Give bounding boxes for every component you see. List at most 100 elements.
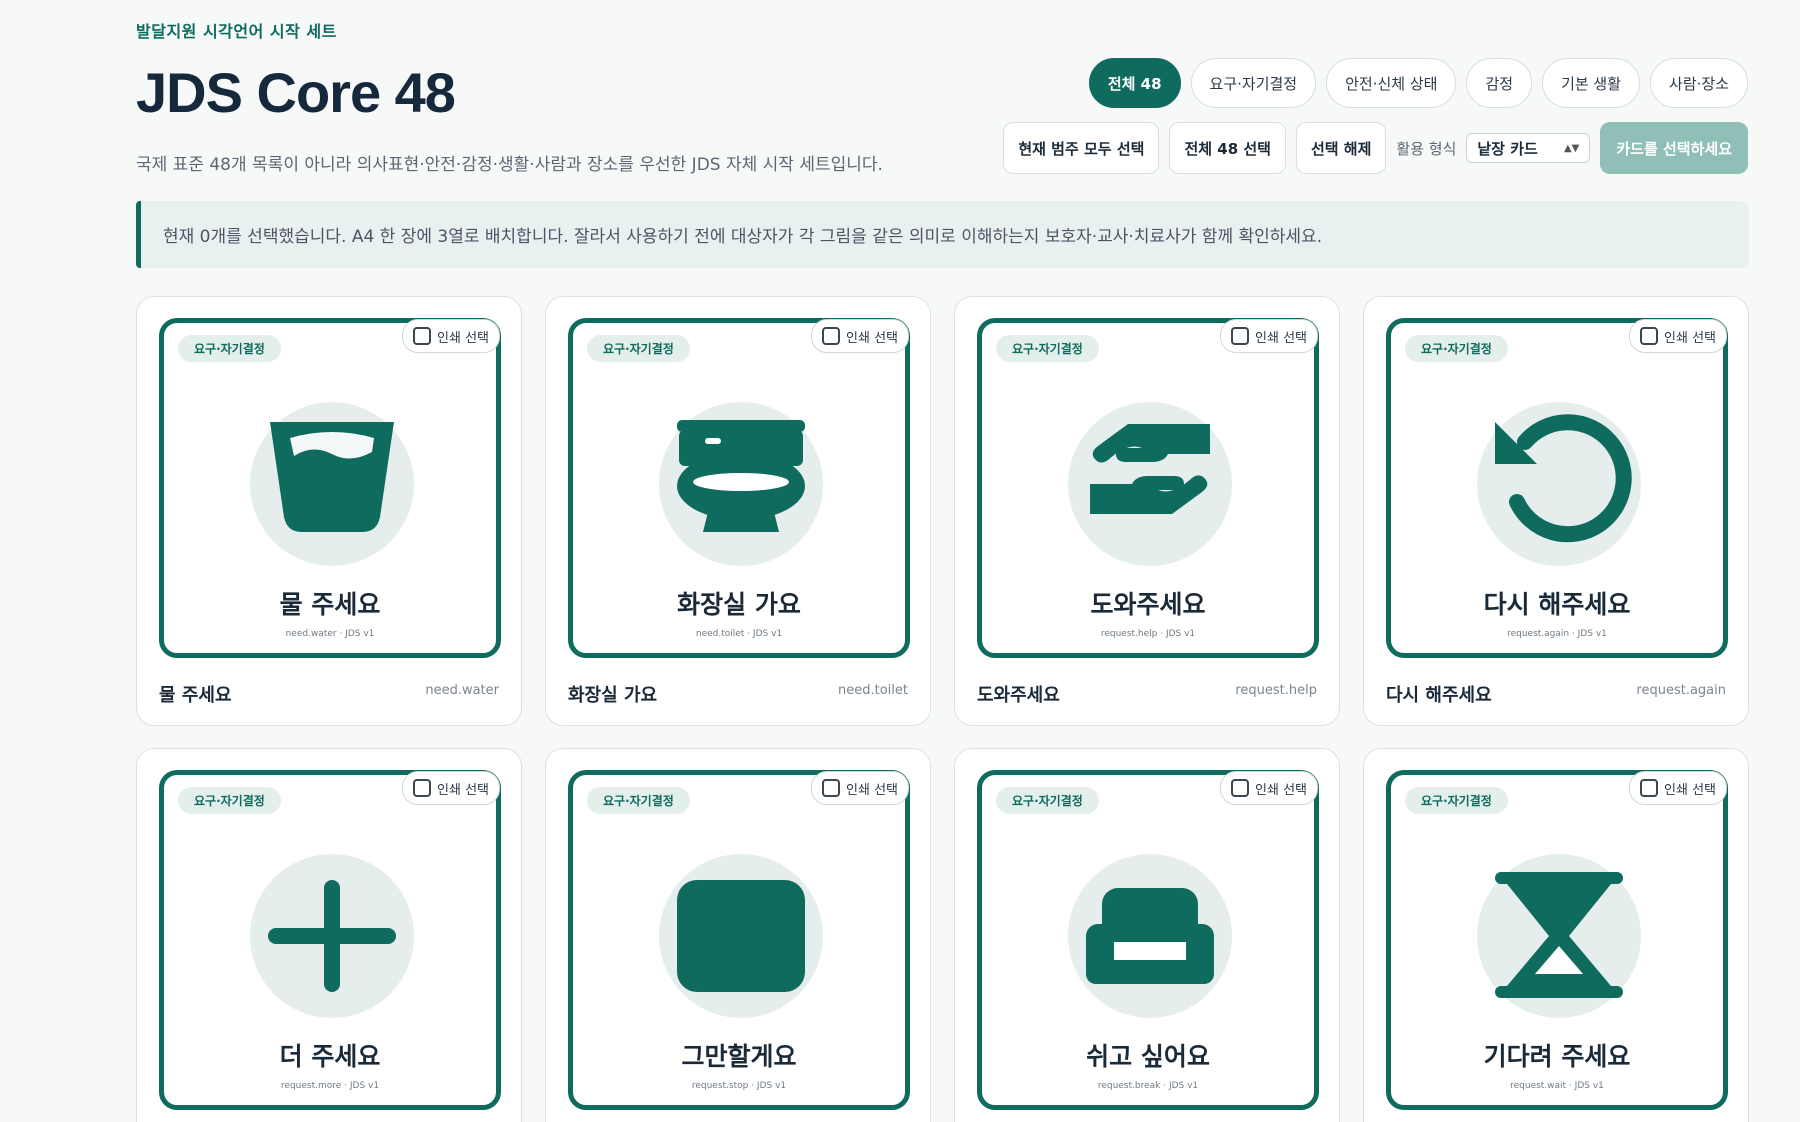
card-artwork: 요구·자기결정 인쇄 선택 화장실 가요 need.toilet · JDS v…: [568, 318, 910, 658]
icon-backdrop: [250, 402, 414, 566]
category-badge: 요구·자기결정: [587, 335, 690, 362]
card-artwork: 요구·자기결정 인쇄 선택 다시 해주세요 request.again · JD…: [1386, 318, 1728, 658]
print-button[interactable]: 카드를 선택하세요: [1600, 122, 1748, 174]
print-select-toggle[interactable]: 인쇄 선택: [1629, 319, 1727, 353]
card-art-label: 화장실 가요: [677, 590, 801, 619]
helping-hands-icon: [1090, 424, 1210, 514]
action-toolbar: 현재 범주 모두 선택 전체 48 선택 선택 해제 활용 형식 낱장 카드 ▲…: [1003, 122, 1748, 174]
print-select-label: 인쇄 선택: [1255, 330, 1307, 346]
card-artwork: 요구·자기결정 인쇄 선택 물 주세요 need.water · JDS v1: [159, 318, 501, 658]
sofa-icon: [1086, 888, 1214, 984]
card-art-code: request.help · JDS v1: [1100, 629, 1196, 639]
symbol-card: 요구·자기결정 인쇄 선택 더 주세요 request.more · JDS v…: [136, 748, 522, 1122]
card-artwork: 요구·자기결정 인쇄 선택 도와주세요 request.help · JDS v…: [977, 318, 1319, 658]
format-select[interactable]: 낱장 카드 ▲▼: [1466, 133, 1591, 163]
symbol-card: 요구·자기결정 인쇄 선택 쉬고 싶어요 request.break · JDS…: [954, 748, 1340, 1122]
card-art-code: request.again · JDS v1: [1507, 629, 1607, 639]
format-label: 활용 형식: [1396, 139, 1457, 158]
card-name: 다시 해주세요: [1386, 685, 1492, 706]
card-art-code: request.more · JDS v1: [280, 1081, 380, 1091]
cup-icon: [270, 422, 394, 532]
print-select-label: 인쇄 선택: [846, 782, 898, 798]
card-art-label: 쉬고 싶어요: [1086, 1042, 1210, 1071]
card-code: need.water: [425, 683, 499, 698]
print-checkbox[interactable]: [1640, 779, 1659, 797]
card-art-label: 기다려 주세요: [1483, 1042, 1631, 1071]
print-select-label: 인쇄 선택: [846, 330, 898, 346]
print-select-toggle[interactable]: 인쇄 선택: [1629, 771, 1727, 805]
filter-requests[interactable]: 요구·자기결정: [1190, 58, 1317, 108]
card-art-code: request.break · JDS v1: [1097, 1081, 1199, 1091]
icon-backdrop: [1477, 854, 1641, 1018]
clear-selection-button[interactable]: 선택 해제: [1295, 122, 1387, 174]
icon-backdrop: [659, 402, 823, 566]
card-name: 물 주세요: [159, 685, 232, 706]
print-checkbox[interactable]: [1640, 327, 1659, 345]
filter-all[interactable]: 전체 48: [1088, 58, 1181, 108]
category-badge: 요구·자기결정: [587, 787, 690, 814]
category-badge: 요구·자기결정: [1405, 335, 1508, 362]
select-all-button[interactable]: 전체 48 선택: [1169, 122, 1286, 174]
print-select-label: 인쇄 선택: [1664, 782, 1716, 798]
print-select-label: 인쇄 선택: [1255, 782, 1307, 798]
print-select-label: 인쇄 선택: [1664, 330, 1716, 346]
page-title: JDS Core 48: [136, 61, 456, 124]
print-checkbox[interactable]: [1231, 327, 1250, 345]
icon-backdrop: [1477, 402, 1641, 566]
symbol-card: 요구·자기결정 인쇄 선택 물 주세요 need.water · JDS v1 …: [136, 296, 522, 726]
icon-backdrop: [1068, 854, 1232, 1018]
category-filter-bar: 전체 48 요구·자기결정 안전·신체 상태 감정 기본 생활 사람·장소: [1088, 58, 1748, 108]
hourglass-icon: [1495, 872, 1623, 998]
print-select-toggle[interactable]: 인쇄 선택: [1220, 319, 1318, 353]
card-art-label: 도와주세요: [1090, 590, 1206, 619]
card-art-code: request.stop · JDS v1: [691, 1081, 787, 1091]
print-select-toggle[interactable]: 인쇄 선택: [1220, 771, 1318, 805]
updown-chevron-icon: ▲▼: [1563, 142, 1580, 154]
format-select-value: 낱장 카드: [1477, 139, 1538, 158]
print-checkbox[interactable]: [1231, 779, 1250, 797]
icon-backdrop: [250, 854, 414, 1018]
filter-daily-life[interactable]: 기본 생활: [1542, 58, 1641, 108]
card-code: request.help: [1235, 683, 1317, 698]
card-art-code: request.wait · JDS v1: [1510, 1081, 1604, 1091]
card-grid: 요구·자기결정 인쇄 선택 물 주세요 need.water · JDS v1 …: [136, 296, 1749, 1122]
card-art-code: need.water · JDS v1: [285, 629, 375, 639]
card-art-label: 다시 해주세요: [1483, 590, 1631, 619]
icon-backdrop: [659, 854, 823, 1018]
symbol-card: 요구·자기결정 인쇄 선택 화장실 가요 need.toilet · JDS v…: [545, 296, 931, 726]
card-code: need.toilet: [838, 683, 908, 698]
card-art-code: need.toilet · JDS v1: [695, 629, 783, 639]
category-badge: 요구·자기결정: [996, 335, 1099, 362]
card-art-label: 더 주세요: [279, 1042, 381, 1071]
filter-people-places[interactable]: 사람·장소: [1650, 58, 1748, 108]
card-code: request.again: [1636, 683, 1726, 698]
print-select-label: 인쇄 선택: [437, 330, 489, 346]
print-select-toggle[interactable]: 인쇄 선택: [402, 319, 500, 353]
print-checkbox[interactable]: [822, 327, 841, 345]
filter-emotions[interactable]: 감정: [1466, 58, 1533, 108]
print-select-toggle[interactable]: 인쇄 선택: [811, 319, 909, 353]
symbol-card: 요구·자기결정 인쇄 선택 도와주세요 request.help · JDS v…: [954, 296, 1340, 726]
print-checkbox[interactable]: [822, 779, 841, 797]
select-category-button[interactable]: 현재 범주 모두 선택: [1003, 122, 1160, 174]
card-artwork: 요구·자기결정 인쇄 선택 쉬고 싶어요 request.break · JDS…: [977, 770, 1319, 1110]
category-badge: 요구·자기결정: [996, 787, 1099, 814]
eyebrow-label: 발달지원 시각언어 시작 세트: [136, 22, 337, 41]
card-name: 도와주세요: [977, 685, 1060, 706]
print-select-toggle[interactable]: 인쇄 선택: [402, 771, 500, 805]
print-select-label: 인쇄 선택: [437, 782, 489, 798]
print-select-toggle[interactable]: 인쇄 선택: [811, 771, 909, 805]
card-artwork: 요구·자기결정 인쇄 선택 기다려 주세요 request.wait · JDS…: [1386, 770, 1728, 1110]
symbol-card: 요구·자기결정 인쇄 선택 기다려 주세요 request.wait · JDS…: [1363, 748, 1749, 1122]
filter-safety[interactable]: 안전·신체 상태: [1326, 58, 1457, 108]
selection-notice: 현재 0개를 선택했습니다. A4 한 장에 3열로 배치합니다. 잘라서 사용…: [136, 201, 1749, 268]
icon-backdrop: [1068, 402, 1232, 566]
category-badge: 요구·자기결정: [178, 787, 281, 814]
symbol-card: 요구·자기결정 인쇄 선택 그만할게요 request.stop · JDS v…: [545, 748, 931, 1122]
symbol-card: 요구·자기결정 인쇄 선택 다시 해주세요 request.again · JD…: [1363, 296, 1749, 726]
print-checkbox[interactable]: [413, 779, 432, 797]
card-art-label: 그만할게요: [681, 1042, 797, 1071]
card-artwork: 요구·자기결정 인쇄 선택 더 주세요 request.more · JDS v…: [159, 770, 501, 1110]
notice-text: 현재 0개를 선택했습니다. A4 한 장에 3열로 배치합니다. 잘라서 사용…: [163, 227, 1323, 247]
print-checkbox[interactable]: [413, 327, 432, 345]
